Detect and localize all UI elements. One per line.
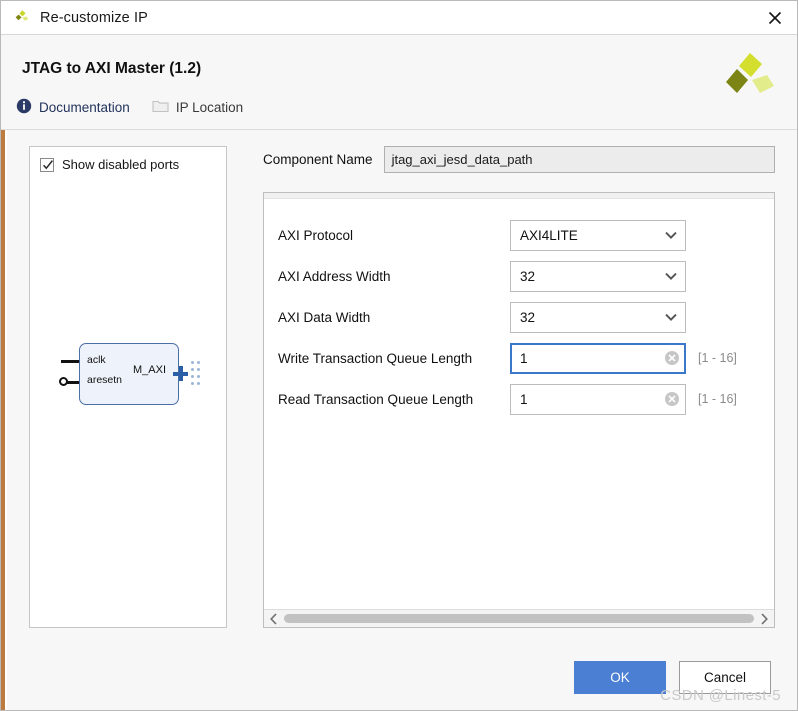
info-icon	[16, 98, 32, 117]
write-queue-length-range: [1 - 16]	[698, 351, 737, 365]
axi-protocol-dropdown[interactable]: AXI4LITE	[510, 219, 686, 251]
parameter-fields: AXI Protocol AXI4LITE AXI Address Width …	[264, 199, 774, 609]
horizontal-scrollbar[interactable]	[264, 609, 774, 627]
cancel-button[interactable]: Cancel	[679, 661, 771, 694]
field-row-axi-address-width: AXI Address Width 32	[278, 260, 752, 292]
field-row-axi-protocol: AXI Protocol AXI4LITE	[278, 219, 752, 251]
ip-location-link[interactable]: IP Location	[152, 99, 243, 116]
read-queue-length-label: Read Transaction Queue Length	[278, 391, 474, 407]
axi-data-width-label: AXI Data Width	[278, 309, 371, 325]
re-customize-ip-dialog: Re-customize IP JTAG to AXI Master (1.2)	[0, 0, 798, 711]
chevron-left-icon[interactable]	[266, 611, 282, 627]
header-links: Documentation IP Location	[16, 98, 243, 117]
ip-block-symbol: aclk aresetn M_AXI	[30, 343, 226, 405]
component-name-input[interactable]: jtag_axi_jesd_data_path	[383, 146, 775, 173]
write-queue-length-input[interactable]: 1	[510, 342, 686, 374]
show-disabled-ports-checkbox[interactable]: Show disabled ports	[40, 157, 179, 172]
clear-circle-icon[interactable]	[664, 350, 680, 366]
ip-symbol-panel: Show disabled ports aclk aresetn M_AXI	[29, 146, 227, 628]
chevron-down-icon	[663, 227, 679, 243]
dialog-title: Re-customize IP	[40, 9, 148, 26]
page-title: JTAG to AXI Master (1.2)	[22, 60, 202, 77]
axi-data-width-dropdown[interactable]: 32	[510, 301, 686, 333]
xilinx-logo-icon	[721, 51, 777, 103]
component-name-row: Component Name jtag_axi_jesd_data_path	[263, 146, 775, 173]
axi-data-width-value: 32	[520, 309, 536, 325]
field-row-write-queue-length: Write Transaction Queue Length 1 [1 - 16…	[278, 342, 752, 374]
clear-circle-icon[interactable]	[664, 391, 680, 407]
field-row-axi-data-width: AXI Data Width 32	[278, 301, 752, 333]
checkmark-icon	[43, 159, 53, 169]
ip-header: JTAG to AXI Master (1.2) Documentation I…	[1, 35, 797, 130]
aresetn-pin	[67, 381, 79, 384]
aclk-pin	[61, 360, 79, 363]
component-name-label: Component Name	[263, 152, 373, 167]
scrollbar-track[interactable]	[282, 610, 756, 628]
xilinx-logo-icon	[13, 9, 31, 27]
axi-protocol-value: AXI4LITE	[520, 227, 578, 243]
dialog-footer: OK Cancel CSDN @Linest-5	[1, 646, 797, 710]
ok-button[interactable]: OK	[574, 661, 666, 694]
axi-address-width-label: AXI Address Width	[278, 268, 391, 284]
folder-icon	[152, 99, 169, 116]
chevron-down-icon	[663, 309, 679, 325]
close-icon[interactable]	[753, 1, 797, 34]
chevron-right-icon[interactable]	[756, 611, 772, 627]
dialog-content: Show disabled ports aclk aresetn M_AXI C…	[1, 130, 797, 646]
bus-interface-dots	[191, 361, 201, 387]
header-separator	[1, 129, 797, 130]
documentation-link[interactable]: Documentation	[16, 98, 130, 117]
ip-config-panel: Component Name jtag_axi_jesd_data_path A…	[263, 146, 775, 646]
dialog-body: JTAG to AXI Master (1.2) Documentation I…	[1, 35, 797, 710]
port-label-m-axi: M_AXI	[133, 364, 167, 376]
chevron-down-icon	[663, 268, 679, 284]
ip-location-label: IP Location	[175, 100, 244, 115]
show-disabled-ports-label: Show disabled ports	[62, 157, 180, 172]
read-queue-length-input[interactable]: 1	[510, 383, 686, 415]
documentation-label: Documentation	[39, 100, 130, 115]
plus-icon[interactable]	[173, 366, 188, 381]
field-row-read-queue-length: Read Transaction Queue Length 1 [1 - 16]	[278, 383, 752, 415]
axi-protocol-label: AXI Protocol	[278, 227, 354, 243]
accent-stripe-inner	[5, 35, 7, 710]
port-label-aclk: aclk	[87, 354, 106, 366]
ip-parameters-box: AXI Protocol AXI4LITE AXI Address Width …	[263, 192, 775, 628]
scrollbar-thumb[interactable]	[284, 614, 754, 623]
port-label-aresetn: aresetn	[87, 374, 123, 386]
read-queue-length-range: [1 - 16]	[698, 392, 737, 406]
read-queue-length-value: 1	[520, 391, 528, 407]
dialog-titlebar: Re-customize IP	[1, 1, 797, 35]
checkbox-box[interactable]	[40, 157, 54, 172]
write-queue-length-label: Write Transaction Queue Length	[278, 350, 473, 366]
axi-address-width-dropdown[interactable]: 32	[510, 260, 686, 292]
write-queue-length-value: 1	[520, 350, 528, 366]
axi-address-width-value: 32	[520, 268, 536, 284]
